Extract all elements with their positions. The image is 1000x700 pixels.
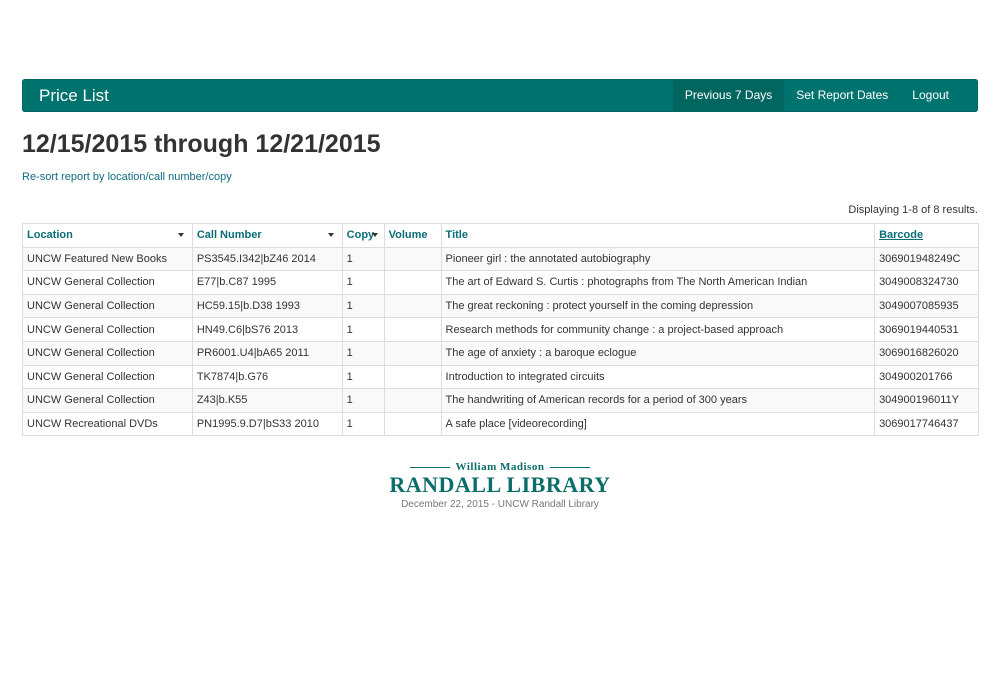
barcode-cell: 304900201766	[874, 364, 979, 390]
call-number-cell: TK7874|b.G76	[191, 364, 343, 390]
copy-cell: 1	[341, 270, 385, 295]
top-navbar: Price List Previous 7 Days Set Report Da…	[22, 79, 978, 112]
volume-cell	[383, 411, 442, 437]
volume-cell	[383, 388, 442, 413]
location-column-header[interactable]: Location	[22, 223, 193, 248]
nav-links: Previous 7 Days Set Report Dates Logout	[672, 79, 978, 112]
call-number-column-header[interactable]: Call Number	[191, 223, 343, 248]
resort-report-link[interactable]: Re-sort report by location/call number/c…	[22, 171, 232, 183]
title-cell: Pioneer girl : the annotated autobiograp…	[440, 246, 876, 272]
copy-cell: 1	[341, 293, 385, 319]
location-cell: UNCW General Collection	[22, 388, 193, 413]
location-cell: UNCW General Collection	[22, 270, 193, 295]
previous-7-days-link[interactable]: Previous 7 Days	[672, 79, 785, 112]
barcode-cell: 304900196011Y	[874, 388, 979, 413]
app-title: Price List	[39, 86, 109, 105]
table-row: UNCW Featured New Books PS3545.I342|bZ46…	[22, 246, 979, 272]
barcode-cell: 3049007085935	[874, 293, 979, 319]
location-cell: UNCW Featured New Books	[22, 246, 193, 272]
barcode-cell: 306901948249C	[874, 246, 979, 272]
copy-column-header[interactable]: Copy	[341, 223, 385, 248]
logout-link[interactable]: Logout	[900, 79, 978, 112]
logo-rule	[409, 466, 450, 468]
volume-cell	[383, 317, 442, 342]
library-logo-main: RANDALL LIBRARY	[389, 472, 611, 497]
table-row: UNCW General Collection PR6001.U4|bA65 2…	[22, 340, 979, 366]
volume-cell	[383, 293, 442, 319]
copy-cell: 1	[341, 317, 385, 342]
title-cell: Introduction to integrated circuits	[440, 364, 876, 390]
table-row: UNCW General Collection Z43|b.K55 1 The …	[22, 388, 979, 413]
location-cell: UNCW General Collection	[22, 293, 193, 319]
set-report-dates-link[interactable]: Set Report Dates	[784, 79, 900, 112]
table-row: UNCW General Collection HN49.C6|bS76 201…	[22, 317, 979, 342]
location-cell: UNCW Recreational DVDs	[22, 411, 193, 437]
volume-column-header: Volume	[383, 223, 442, 248]
title-cell: A safe place [videorecording]	[440, 411, 876, 437]
copy-cell: 1	[341, 246, 385, 272]
page-title: 12/15/2015 through 12/21/2015	[22, 130, 381, 158]
title-cell: The age of anxiety : a baroque eclogue	[440, 340, 876, 366]
title-cell: The handwriting of American records for …	[440, 388, 876, 413]
location-cell: UNCW General Collection	[22, 364, 193, 390]
call-number-cell: HN49.C6|bS76 2013	[191, 317, 343, 342]
logo-rule	[550, 466, 591, 468]
volume-cell	[383, 246, 442, 272]
report-table: Location Call Number Copy Volume Title B…	[22, 223, 979, 437]
table-row: UNCW Recreational DVDs PN1995.9.D7|bS33 …	[22, 411, 979, 437]
sort-caret-icon	[177, 233, 184, 237]
title-cell: The art of Edward S. Curtis : photograph…	[440, 270, 876, 295]
barcode-column-header[interactable]: Barcode	[874, 223, 979, 248]
results-count: Displaying 1-8 of 8 results.	[848, 204, 978, 216]
footer: William Madison RANDALL LIBRARY December…	[0, 461, 1000, 510]
call-number-cell: PR6001.U4|bA65 2011	[191, 340, 343, 366]
table-header-row: Location Call Number Copy Volume Title B…	[22, 223, 979, 248]
table-row: UNCW General Collection TK7874|b.G76 1 I…	[22, 364, 979, 390]
title-cell: Research methods for community change : …	[440, 317, 876, 342]
location-cell: UNCW General Collection	[22, 340, 193, 366]
copy-cell: 1	[341, 340, 385, 366]
volume-cell	[383, 340, 442, 366]
location-cell: UNCW General Collection	[22, 317, 193, 342]
call-number-cell: HC59.15|b.D38 1993	[191, 293, 343, 319]
call-number-cell: PS3545.I342|bZ46 2014	[191, 246, 343, 272]
footer-text: December 22, 2015 - UNCW Randall Library	[401, 499, 599, 510]
sort-caret-icon	[371, 233, 378, 237]
barcode-cell: 3069016826020	[874, 340, 979, 366]
table-row: UNCW General Collection E77|b.C87 1995 1…	[22, 270, 979, 295]
volume-cell	[383, 270, 442, 295]
title-cell: The great reckoning : protect yourself i…	[440, 293, 876, 319]
copy-cell: 1	[341, 364, 385, 390]
copy-cell: 1	[341, 388, 385, 413]
table-row: UNCW General Collection HC59.15|b.D38 19…	[22, 293, 979, 319]
barcode-cell: 3069019440531	[874, 317, 979, 342]
barcode-cell: 3069017746437	[874, 411, 979, 437]
title-column-header: Title	[440, 223, 876, 248]
volume-cell	[383, 364, 442, 390]
call-number-cell: E77|b.C87 1995	[191, 270, 343, 295]
sort-caret-icon	[327, 233, 334, 237]
copy-cell: 1	[341, 411, 385, 437]
call-number-cell: PN1995.9.D7|bS33 2010	[191, 411, 343, 437]
barcode-cell: 3049008324730	[874, 270, 979, 295]
call-number-cell: Z43|b.K55	[191, 388, 343, 413]
